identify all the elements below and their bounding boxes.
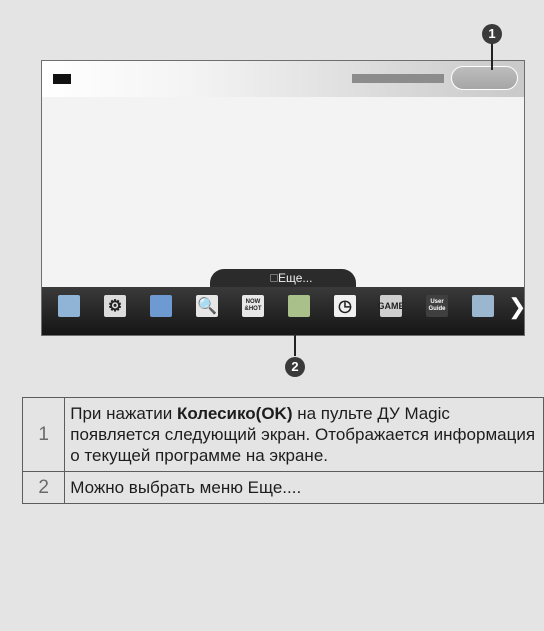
input-icon[interactable] bbox=[58, 295, 80, 317]
settings-icon[interactable]: ⚙ bbox=[104, 295, 126, 317]
clock-icon[interactable]: ◷ bbox=[334, 295, 356, 317]
channel-list-icon[interactable] bbox=[472, 295, 494, 317]
row-number: 2 bbox=[21, 471, 66, 504]
internet-globe-icon[interactable] bbox=[150, 295, 172, 317]
user-guide-icon[interactable]: User Guide bbox=[426, 295, 448, 317]
program-info-bar-indicator bbox=[352, 74, 444, 83]
launcher-dock: ⚙ 🔍 NOW &HOT ◷ GAME User Guide ❯ bbox=[42, 287, 526, 335]
callout-2: 2 bbox=[285, 357, 305, 377]
more-label[interactable]: Еще... bbox=[278, 271, 312, 285]
row-description: При нажатии Колесико(OK) на пульте ДУ Ma… bbox=[64, 397, 544, 472]
description-table: 1 При нажатии Колесико(OK) на пульте ДУ … bbox=[21, 397, 544, 504]
table-row: 1 При нажатии Колесико(OK) на пульте ДУ … bbox=[21, 397, 544, 472]
table-row: 2 Можно выбрать меню Еще.... bbox=[21, 471, 544, 504]
search-icon[interactable]: 🔍 bbox=[196, 295, 218, 317]
callout-line-1 bbox=[491, 42, 493, 70]
row-description: Можно выбрать меню Еще.... bbox=[64, 471, 544, 504]
game-icon[interactable]: GAME bbox=[378, 295, 405, 317]
desc-text: Можно выбрать меню Еще.... bbox=[70, 478, 302, 497]
now-and-hot-icon[interactable]: NOW &HOT bbox=[242, 295, 264, 317]
row-number: 1 bbox=[21, 397, 66, 472]
info-button[interactable] bbox=[451, 66, 518, 90]
chevron-right-icon[interactable]: ❯ bbox=[508, 296, 526, 318]
callout-1: 1 bbox=[482, 24, 502, 44]
desc-text: При нажатии bbox=[70, 404, 177, 423]
desc-bold: Колесико(OK) bbox=[176, 404, 293, 423]
more-icon bbox=[270, 274, 278, 282]
smart-share-icon[interactable] bbox=[288, 295, 310, 317]
channel-number-block bbox=[53, 74, 71, 84]
callout-line-2 bbox=[294, 334, 296, 356]
